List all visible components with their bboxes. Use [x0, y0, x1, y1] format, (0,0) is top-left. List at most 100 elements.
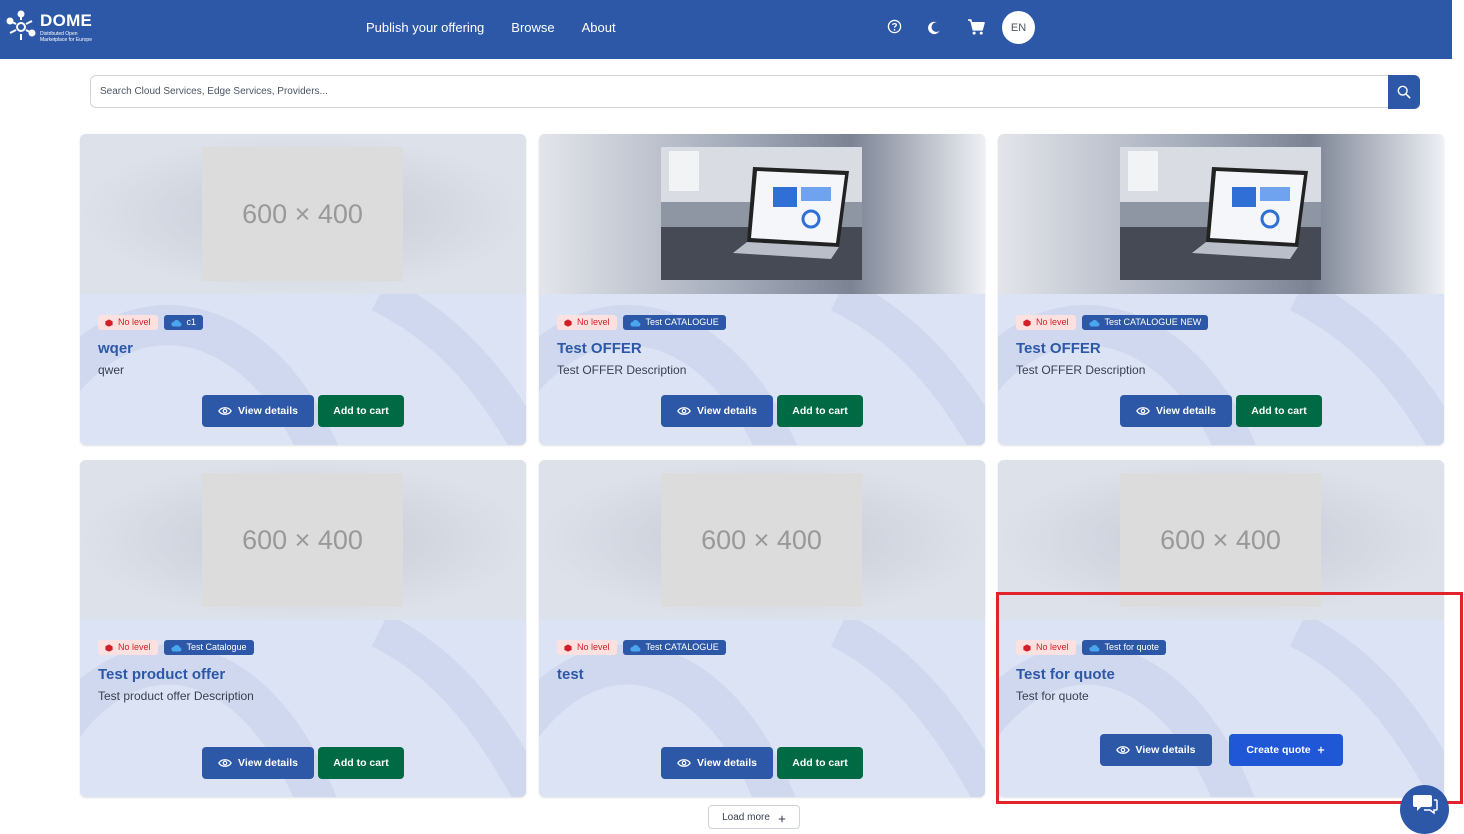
view-details-label: View details — [1156, 405, 1216, 417]
nav-about[interactable]: About — [582, 20, 616, 35]
view-details-button[interactable]: View details — [1120, 395, 1232, 427]
card-actions: View details Add to cart — [539, 747, 985, 779]
eye-icon — [1136, 407, 1150, 415]
add-to-cart-button[interactable]: Add to cart — [777, 747, 863, 779]
catalogue-label: Test CATALOGUE — [645, 642, 719, 652]
view-details-label: View details — [697, 757, 757, 769]
cart-icon[interactable] — [967, 19, 986, 36]
card-description: Test OFFER Description — [557, 363, 687, 377]
add-to-cart-button[interactable]: Add to cart — [318, 395, 404, 427]
eye-icon — [218, 407, 232, 415]
cloud-icon — [629, 319, 640, 327]
card-title[interactable]: test — [557, 666, 584, 683]
offering-card: 600 × 400 No level c1 wqer qwer View det… — [80, 134, 526, 445]
search-bar — [90, 75, 1406, 108]
catalogue-badge: Test CATALOGUE — [622, 315, 726, 330]
cloud-icon — [170, 319, 181, 327]
level-badge: No level — [1016, 315, 1076, 330]
cloud-icon — [629, 644, 640, 652]
card-badges: No level c1 — [98, 315, 204, 330]
dark-mode-moon-icon[interactable] — [927, 21, 941, 35]
top-navbar: DOME Distributed Open Marketplace for Eu… — [0, 0, 1452, 59]
offering-card: 600 × 400 No level Test CATALOGUE test V… — [539, 460, 985, 797]
catalogue-badge: Test CATALOGUE NEW — [1081, 315, 1209, 330]
card-image-placeholder: 600 × 400 — [202, 147, 403, 281]
eye-icon — [677, 759, 691, 767]
search-input[interactable] — [91, 76, 1406, 107]
card-badges: No level Test Catalogue — [98, 640, 254, 655]
nav-publish-offering[interactable]: Publish your offering — [366, 20, 484, 35]
main-nav: Publish your offering Browse About — [366, 20, 616, 35]
card-image-placeholder: 600 × 400 — [202, 473, 403, 607]
card-actions: View details Add to cart — [80, 747, 526, 779]
eye-icon — [677, 407, 691, 415]
eye-icon — [218, 759, 232, 767]
card-badges: No level Test CATALOGUE — [557, 315, 726, 330]
card-badges: No level Test CATALOGUE NEW — [1016, 315, 1209, 330]
card-title[interactable]: Test OFFER — [1016, 340, 1101, 357]
nav-browse[interactable]: Browse — [511, 20, 554, 35]
dome-logo[interactable]: DOME Distributed Open Marketplace for Eu… — [6, 10, 92, 44]
card-description: qwer — [98, 363, 125, 377]
dome-logo-icon — [6, 10, 36, 40]
view-details-button[interactable]: View details — [661, 747, 773, 779]
level-cube-icon — [105, 318, 113, 327]
card-image-area: 600 × 400 — [80, 460, 526, 620]
level-cube-icon — [105, 643, 113, 652]
card-description: Test product offer Description — [98, 689, 254, 703]
level-badge: No level — [557, 315, 617, 330]
highlight-box — [996, 592, 1463, 804]
catalogue-badge: Test CATALOGUE — [622, 640, 726, 655]
add-to-cart-button[interactable]: Add to cart — [318, 747, 404, 779]
level-cube-icon — [1023, 318, 1031, 327]
card-image-area: 600 × 400 — [80, 134, 526, 294]
card-image-placeholder: 600 × 400 — [661, 473, 862, 607]
catalogue-label: c1 — [186, 317, 197, 327]
level-cube-icon — [564, 643, 572, 652]
card-description: Test OFFER Description — [1016, 363, 1146, 377]
plus-icon — [778, 815, 786, 823]
view-details-button[interactable]: View details — [661, 395, 773, 427]
cloud-icon — [170, 644, 181, 652]
card-image-laptop — [1120, 147, 1321, 280]
cloud-icon — [1088, 319, 1099, 327]
card-badges: No level Test CATALOGUE — [557, 640, 726, 655]
card-actions: View details Add to cart — [80, 395, 526, 427]
card-image-area: 600 × 400 — [539, 460, 985, 620]
catalogue-label: Test CATALOGUE NEW — [1104, 317, 1202, 327]
view-details-button[interactable]: View details — [202, 747, 314, 779]
chat-button[interactable] — [1400, 785, 1449, 834]
level-badge: No level — [557, 640, 617, 655]
card-image-placeholder: 600 × 400 — [1120, 473, 1321, 607]
card-actions: View details Add to cart — [539, 395, 985, 427]
add-to-cart-button[interactable]: Add to cart — [1236, 395, 1322, 427]
add-to-cart-button[interactable]: Add to cart — [777, 395, 863, 427]
offering-card: 600 × 400 No level Test Catalogue Test p… — [80, 460, 526, 797]
help-icon[interactable] — [887, 19, 902, 34]
offering-card: No level Test CATALOGUE NEW Test OFFER T… — [998, 134, 1444, 445]
card-title[interactable]: wqer — [98, 340, 133, 357]
level-label: No level — [1036, 317, 1069, 327]
level-label: No level — [577, 317, 610, 327]
chat-icon — [1412, 794, 1438, 814]
offering-card: No level Test CATALOGUE Test OFFER Test … — [539, 134, 985, 445]
card-actions: View details Add to cart — [998, 395, 1444, 427]
catalogue-label: Test CATALOGUE — [645, 317, 719, 327]
level-badge: No level — [98, 315, 158, 330]
language-selector[interactable]: EN — [1002, 11, 1035, 44]
card-image-area — [539, 134, 985, 294]
catalogue-badge: Test Catalogue — [163, 640, 254, 655]
view-details-label: View details — [238, 757, 298, 769]
card-image-laptop — [661, 147, 862, 280]
card-title[interactable]: Test OFFER — [557, 340, 642, 357]
card-title[interactable]: Test product offer — [98, 666, 225, 683]
card-image-area — [998, 134, 1444, 294]
view-details-button[interactable]: View details — [202, 395, 314, 427]
search-button[interactable] — [1388, 75, 1420, 109]
level-cube-icon — [564, 318, 572, 327]
load-more-button[interactable]: Load more — [708, 805, 800, 829]
search-icon — [1397, 85, 1411, 99]
level-badge: No level — [98, 640, 158, 655]
logo-title: DOME — [40, 10, 93, 30]
load-more-label: Load more — [722, 812, 770, 823]
